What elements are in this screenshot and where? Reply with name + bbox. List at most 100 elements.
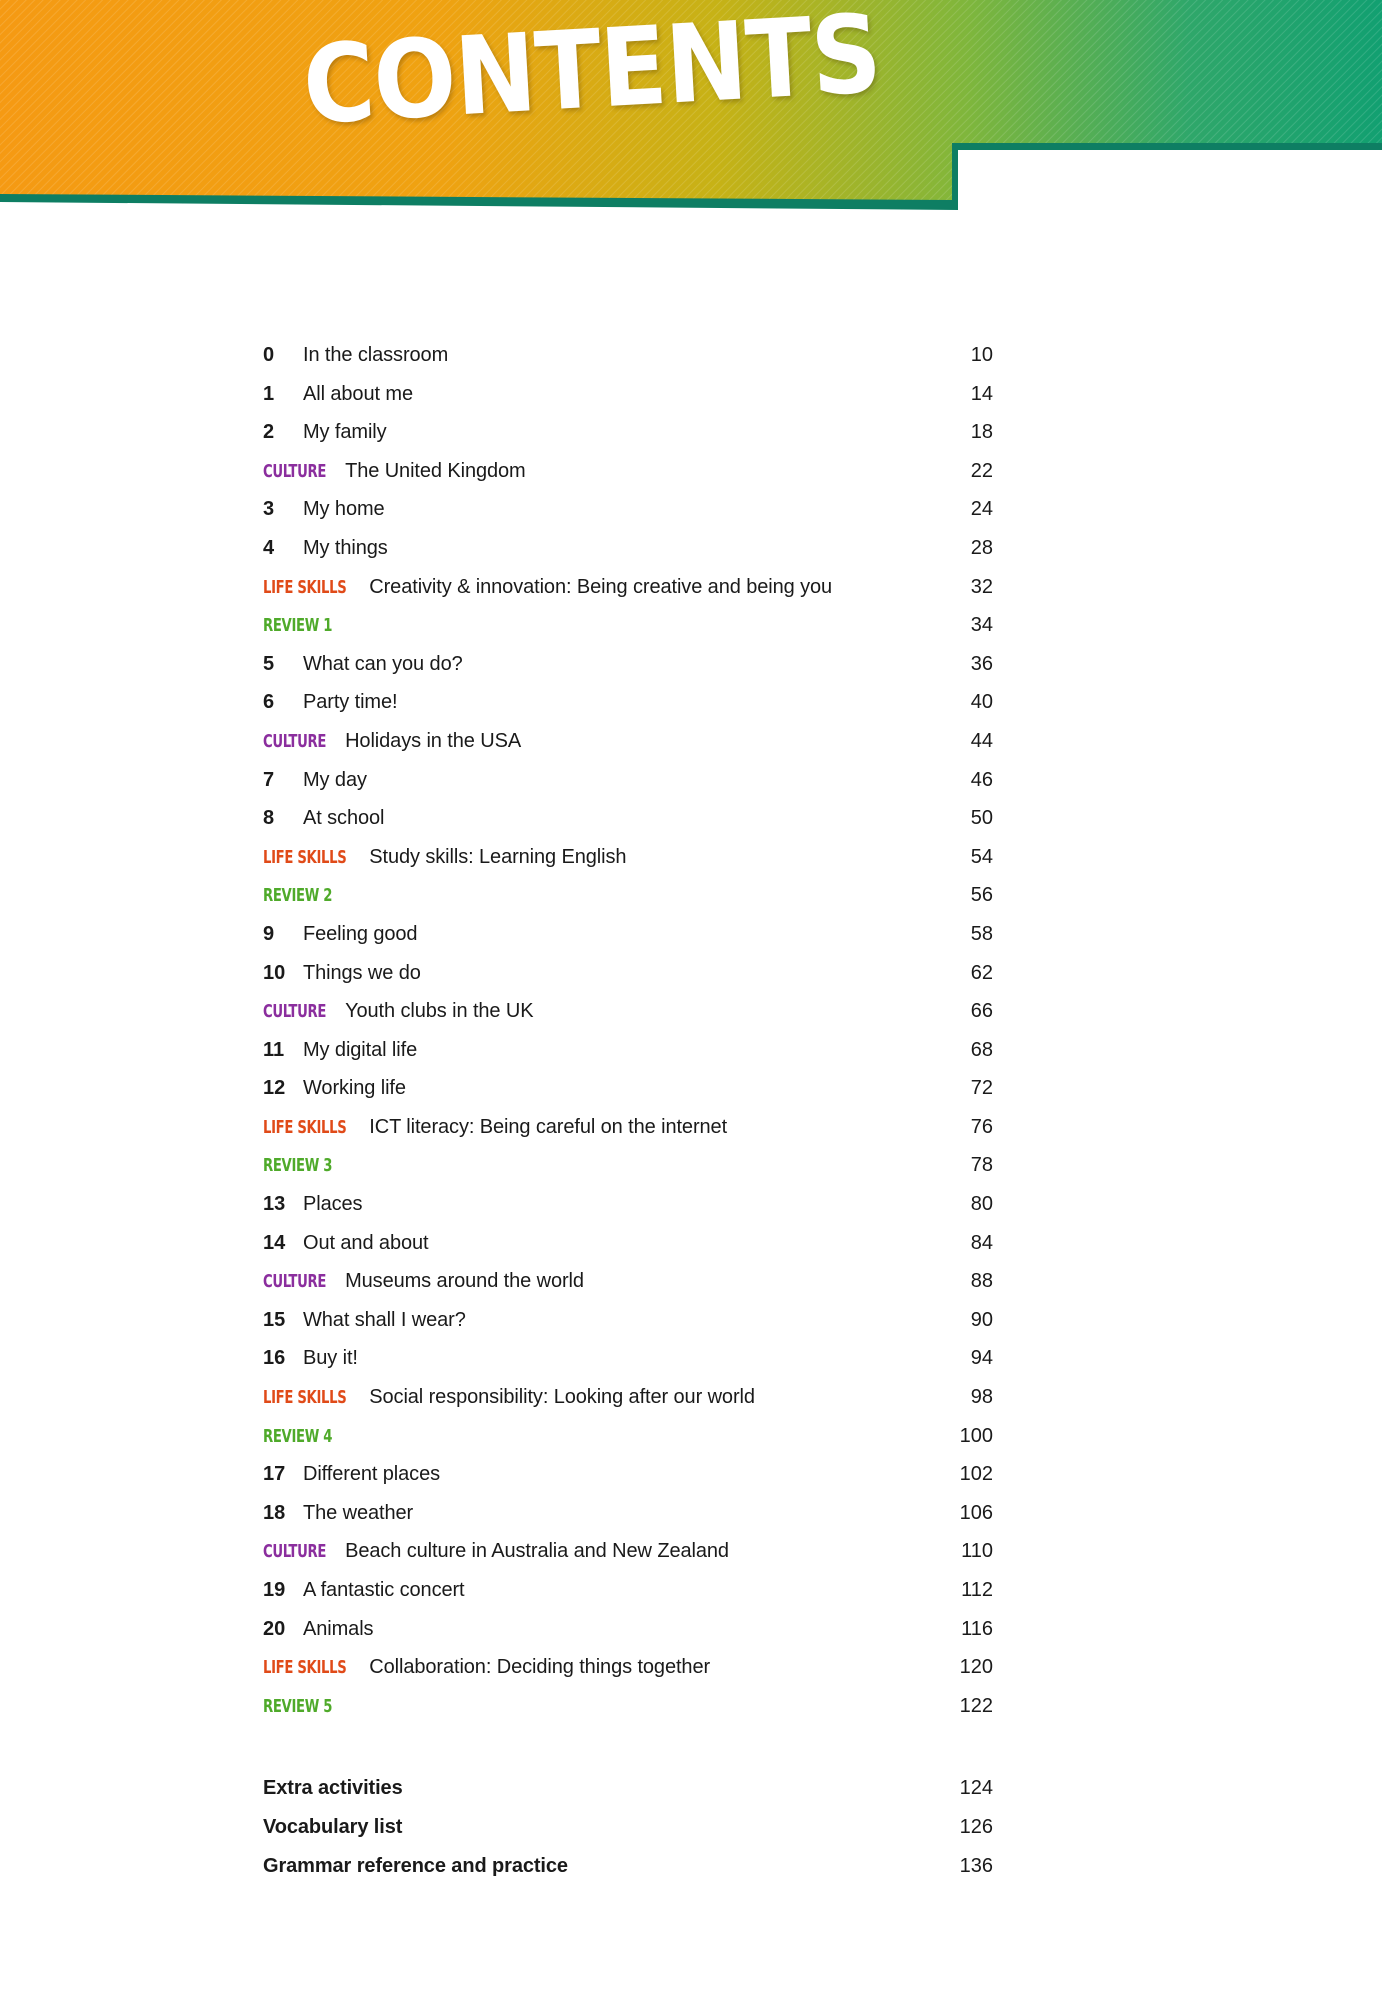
- toc-row-backmatter[interactable]: Extra activities 124: [263, 1769, 993, 1808]
- page-number: 88: [970, 1270, 993, 1293]
- toc-row-culture[interactable]: CULTURE Museums around the world 88: [263, 1262, 993, 1301]
- unit-title: At school: [303, 807, 385, 830]
- toc-row-backmatter[interactable]: Grammar reference and practice 136: [263, 1847, 993, 1886]
- table-of-contents: 0 In the classroom 10 1 All about me 14 2 My fa…: [263, 336, 993, 1885]
- page-number: 80: [970, 1193, 993, 1216]
- toc-row-lifeskills[interactable]: LIFE SKILLS Social responsibility: Lookin…: [263, 1378, 993, 1417]
- page-number: 72: [970, 1077, 993, 1100]
- toc-row-unit[interactable]: 2 My family 18: [263, 413, 993, 452]
- unit-title: Out and about: [303, 1231, 429, 1254]
- toc-row-unit[interactable]: 12 Working life 72: [263, 1069, 993, 1108]
- lifeskills-badge: LIFE SKILLS: [263, 1117, 347, 1138]
- unit-number: 15: [263, 1308, 286, 1331]
- unit-number: 4: [263, 536, 275, 559]
- toc-row-unit[interactable]: 17 Different places 102: [263, 1455, 993, 1494]
- toc-row-culture[interactable]: CULTURE Youth clubs in the UK 66: [263, 992, 993, 1031]
- unit-number: 20: [263, 1617, 286, 1640]
- unit-number: 7: [263, 768, 275, 791]
- page-number: 10: [970, 344, 993, 366]
- toc-row-unit[interactable]: 5 What can you do? 36: [263, 645, 993, 684]
- toc-row-unit[interactable]: 16 Buy it! 94: [263, 1339, 993, 1378]
- unit-title: Feeling good: [303, 922, 418, 945]
- page-number: 136: [959, 1854, 993, 1877]
- toc-row-unit[interactable]: 15 What shall I wear? 90: [263, 1301, 993, 1340]
- toc-row-unit[interactable]: 0 In the classroom 10: [263, 336, 993, 375]
- toc-row-unit[interactable]: 1 All about me 14: [263, 375, 993, 414]
- toc-row-unit[interactable]: 3 My home 24: [263, 490, 993, 529]
- toc-row-review[interactable]: REVIEW 2 56: [263, 876, 993, 915]
- toc-row-lifeskills[interactable]: LIFE SKILLS Study skills: Learning Englis…: [263, 838, 993, 877]
- review-badge: REVIEW 3: [263, 1156, 333, 1177]
- toc-row-lifeskills[interactable]: LIFE SKILLS ICT literacy: Being careful o…: [263, 1108, 993, 1147]
- page-number: 120: [959, 1656, 993, 1679]
- review-badge: REVIEW 5: [263, 1696, 333, 1717]
- toc-row-unit[interactable]: 18 The weather 106: [263, 1494, 993, 1533]
- unit-title: The weather: [303, 1501, 414, 1524]
- unit-number: 8: [263, 807, 275, 830]
- unit-number: 13: [263, 1193, 286, 1216]
- culture-title: Beach culture in Australia and New Zeala…: [345, 1540, 729, 1563]
- toc-row-lifeskills[interactable]: LIFE SKILLS Creativity & innovation: Bein…: [263, 568, 993, 607]
- lifeskills-title: ICT literacy: Being careful on the inter…: [369, 1115, 728, 1138]
- toc-row-unit[interactable]: 4 My things 28: [263, 529, 993, 568]
- page-number: 34: [970, 614, 993, 637]
- unit-number: 5: [263, 652, 275, 675]
- review-badge: REVIEW 2: [263, 886, 333, 907]
- unit-number: 17: [263, 1463, 286, 1486]
- toc-row-unit[interactable]: 11 My digital life 68: [263, 1031, 993, 1070]
- page-number: 116: [961, 1617, 993, 1640]
- unit-title: Animals: [303, 1617, 374, 1640]
- unit-title: All about me: [303, 382, 413, 405]
- toc-row-review[interactable]: REVIEW 1 34: [263, 606, 993, 645]
- toc-row-unit[interactable]: 14 Out and about 84: [263, 1224, 993, 1263]
- page-number: 110: [961, 1540, 993, 1563]
- unit-title: Party time!: [303, 691, 398, 714]
- toc-row-unit[interactable]: 8 At school 50: [263, 799, 993, 838]
- toc-row-unit[interactable]: 10 Things we do 62: [263, 954, 993, 993]
- lifeskills-title: Collaboration: Deciding things together: [369, 1656, 711, 1679]
- toc-row-culture[interactable]: CULTURE Beach culture in Australia and Ne…: [263, 1532, 993, 1571]
- toc-row-culture[interactable]: CULTURE The United Kingdom 22: [263, 452, 993, 491]
- toc-row-backmatter[interactable]: Vocabulary list 126: [263, 1808, 993, 1847]
- banner-texture-overlay: [0, 0, 1382, 200]
- culture-badge: CULTURE: [263, 461, 327, 482]
- unit-number: 14: [263, 1231, 286, 1254]
- lifeskills-badge: LIFE SKILLS: [263, 1388, 347, 1409]
- toc-row-unit[interactable]: 6 Party time! 40: [263, 683, 993, 722]
- toc-row-culture[interactable]: CULTURE Holidays in the USA 44: [263, 722, 993, 761]
- unit-title: My digital life: [303, 1038, 418, 1061]
- banner-shape: [0, 0, 1382, 210]
- page-number: 84: [970, 1231, 993, 1254]
- page-number: 32: [970, 575, 993, 598]
- toc-row-unit[interactable]: 19 A fantastic concert 112: [263, 1571, 993, 1610]
- backmatter-title: Extra activities: [263, 1777, 403, 1800]
- page-number: 100: [959, 1424, 993, 1447]
- page-number: 14: [970, 382, 993, 405]
- unit-title: Different places: [303, 1463, 440, 1486]
- page-number: 76: [970, 1115, 993, 1138]
- page-number: 40: [970, 691, 993, 714]
- toc-row-review[interactable]: REVIEW 5 122: [263, 1687, 993, 1726]
- culture-title: The United Kingdom: [345, 459, 526, 482]
- page-number: 62: [970, 961, 993, 984]
- unit-number: 0: [263, 344, 275, 366]
- unit-number: 3: [263, 498, 275, 521]
- contents-header-banner: CONTENTS: [0, 0, 1382, 240]
- unit-title: What shall I wear?: [303, 1308, 466, 1331]
- unit-title: What can you do?: [303, 652, 463, 675]
- unit-number: 2: [263, 421, 275, 444]
- toc-row-unit[interactable]: 13 Places 80: [263, 1185, 993, 1224]
- unit-title: Working life: [303, 1077, 406, 1100]
- page-number: 46: [970, 768, 993, 791]
- page-number: 124: [959, 1777, 993, 1800]
- unit-number: 18: [263, 1501, 286, 1524]
- toc-row-unit[interactable]: 7 My day 46: [263, 761, 993, 800]
- toc-row-lifeskills[interactable]: LIFE SKILLS Collaboration: Deciding thing…: [263, 1648, 993, 1687]
- page-number: 22: [970, 459, 993, 482]
- page-number: 94: [970, 1347, 993, 1370]
- toc-row-unit[interactable]: 9 Feeling good 58: [263, 915, 993, 954]
- toc-row-review[interactable]: REVIEW 3 78: [263, 1146, 993, 1185]
- toc-row-unit[interactable]: 20 Animals 116: [263, 1610, 993, 1649]
- toc-row-review[interactable]: REVIEW 4 100: [263, 1417, 993, 1456]
